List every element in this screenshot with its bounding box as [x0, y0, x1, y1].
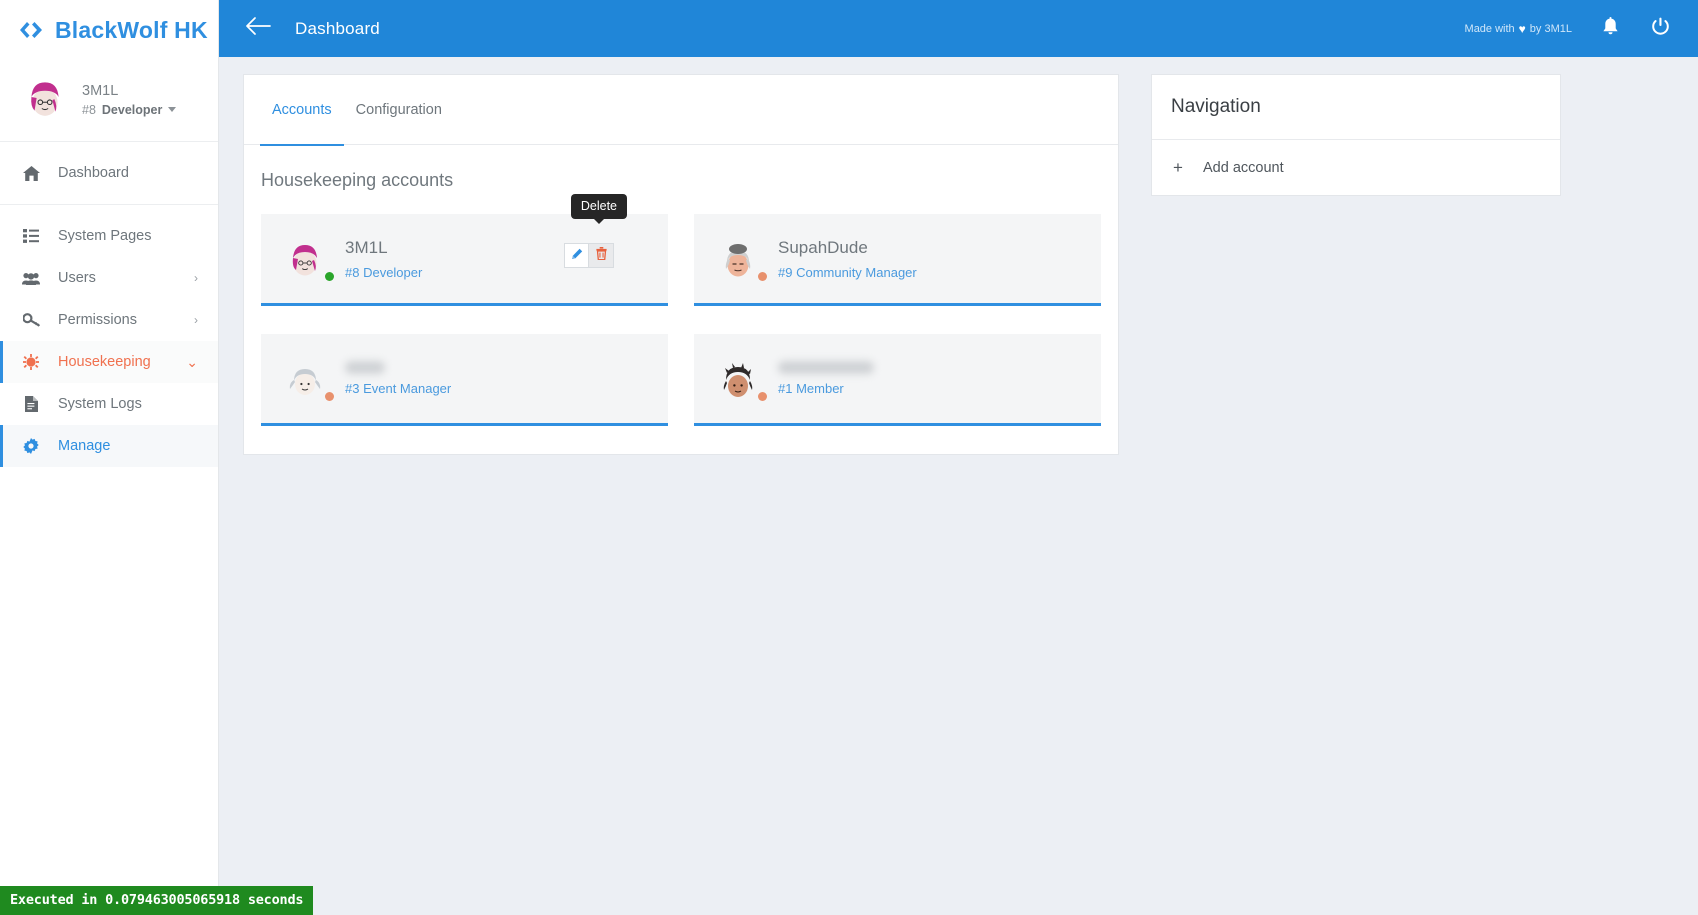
navigation-panel-header: Navigation	[1152, 75, 1560, 140]
avatar-wrap	[283, 357, 334, 401]
brand-title: BlackWolf HK	[55, 16, 208, 43]
account-name: SupahDude	[778, 237, 868, 257]
credit-suffix: by 3M1L	[1529, 22, 1572, 35]
notifications-button[interactable]	[1598, 16, 1622, 41]
account-actions	[564, 243, 614, 268]
avatar-wrap	[716, 237, 767, 281]
home-icon	[22, 165, 40, 181]
tab-bar: Accounts Configuration	[244, 75, 1118, 146]
delete-tooltip: Delete	[570, 194, 627, 224]
power-button[interactable]	[1648, 17, 1672, 41]
account-meta: #3 Event Manager	[345, 361, 451, 396]
sidebar-item-users[interactable]: Users ›	[0, 257, 218, 299]
account-role[interactable]: #9 Community Manager	[778, 265, 917, 280]
chevron-down-icon[interactable]	[168, 107, 177, 112]
sidebar-group-secondary: System Pages Users › Permissions › House…	[0, 205, 218, 477]
edit-account-button[interactable]	[564, 243, 589, 268]
avatar-wrap	[283, 237, 334, 281]
list-icon	[22, 229, 40, 243]
sidebar-item-manage[interactable]: Manage	[0, 425, 218, 467]
avatar	[725, 243, 751, 276]
account-meta: #1 Member	[778, 361, 874, 396]
chevron-right-icon: ›	[194, 271, 198, 285]
sidebar-item-label: Manage	[58, 438, 111, 454]
delete-account-button[interactable]	[589, 243, 614, 268]
sidebar-item-dashboard[interactable]: Dashboard	[0, 152, 218, 194]
profile-role: #8 Developer	[82, 102, 177, 117]
account-name-redacted	[778, 361, 874, 374]
sidebar-item-label: System Pages	[58, 228, 152, 244]
profile-name: 3M1L	[82, 82, 119, 99]
account-card[interactable]: #1 Member	[694, 334, 1101, 426]
account-card[interactable]: 3M1L #8 Developer Delete	[261, 194, 668, 306]
sidebar-group-primary: Dashboard	[0, 142, 218, 204]
cog-icon	[22, 438, 40, 454]
status-dot	[758, 391, 767, 401]
brand[interactable]: BlackWolf HK	[0, 0, 218, 60]
sidebar-item-label: Permissions	[58, 312, 137, 328]
heart-icon: ♥	[1518, 21, 1526, 36]
avatar	[292, 244, 317, 275]
accounts-panel: Accounts Configuration Housekeeping acco…	[243, 74, 1119, 455]
tab-accounts[interactable]: Accounts	[260, 76, 344, 146]
account-role[interactable]: #8 Developer	[345, 265, 422, 280]
topbar: Dashboard Made with ♥ by 3M1L	[219, 0, 1698, 57]
page-title: Dashboard	[295, 18, 380, 38]
made-with-credit: Made with ♥ by 3M1L	[1465, 22, 1572, 36]
navigation-panel: Navigation + Add account	[1151, 74, 1561, 196]
sidebar-item-permissions[interactable]: Permissions ›	[0, 299, 218, 341]
add-account-button[interactable]: + Add account	[1152, 140, 1560, 195]
avatar	[723, 362, 753, 397]
content-area: Accounts Configuration Housekeeping acco…	[219, 57, 1698, 915]
account-name: 3M1L	[345, 237, 388, 257]
sidebar-item-housekeeping[interactable]: Housekeeping ⌄	[0, 341, 218, 383]
bell-icon	[1602, 16, 1619, 41]
main-area: Dashboard Made with ♥ by 3M1L Accounts C…	[219, 0, 1698, 915]
arrow-left-icon	[245, 16, 271, 41]
status-bar: Executed in 0.079463005065918 seconds	[0, 886, 314, 915]
chevrons-logo-icon	[18, 17, 44, 43]
pencil-icon	[571, 247, 583, 265]
account-meta: SupahDude #9 Community Manager	[778, 238, 917, 280]
back-button[interactable]	[241, 12, 275, 46]
add-account-label: Add account	[1203, 159, 1284, 176]
account-role[interactable]: #3 Event Manager	[345, 381, 451, 396]
profile-role-label: Developer	[101, 102, 163, 117]
chevron-down-icon: ⌄	[186, 354, 198, 370]
status-dot	[758, 271, 767, 281]
sidebar: BlackWolf HK 3M1L #8 Developer Dashboard…	[0, 0, 219, 915]
key-icon	[22, 313, 40, 327]
avatar-wrap	[716, 357, 767, 401]
sidebar-item-label: System Logs	[58, 396, 142, 412]
app-root: BlackWolf HK 3M1L #8 Developer Dashboard…	[0, 0, 1698, 915]
trash-icon	[595, 246, 607, 265]
profile-role-id: #8	[82, 102, 96, 117]
sidebar-profile[interactable]: 3M1L #8 Developer	[0, 60, 218, 142]
account-card[interactable]: #3 Event Manager	[261, 334, 668, 426]
account-meta: 3M1L #8 Developer	[345, 238, 422, 280]
sidebar-item-system-logs[interactable]: System Logs	[0, 383, 218, 425]
gear-sun-icon	[22, 354, 40, 370]
account-card[interactable]: SupahDude #9 Community Manager	[694, 214, 1101, 306]
avatar	[289, 368, 321, 395]
chevron-right-icon: ›	[194, 313, 198, 327]
tab-configuration[interactable]: Configuration	[344, 76, 454, 146]
sidebar-item-label: Dashboard	[58, 165, 129, 181]
status-dot	[325, 391, 334, 401]
accounts-grid: 3M1L #8 Developer Delete SupahDude #9 Co…	[244, 191, 1118, 426]
credit-prefix: Made with	[1464, 22, 1515, 35]
navigation-panel-title: Navigation	[1171, 96, 1261, 117]
users-icon	[22, 272, 40, 285]
sidebar-item-system-pages[interactable]: System Pages	[0, 215, 218, 257]
account-name-redacted	[345, 361, 385, 374]
document-icon	[22, 396, 40, 412]
status-dot	[325, 271, 334, 281]
panel-title: Housekeeping accounts	[261, 170, 454, 190]
power-icon	[1651, 17, 1670, 41]
sidebar-item-label: Housekeeping	[58, 354, 151, 370]
plus-icon: +	[1173, 158, 1183, 177]
avatar	[22, 74, 68, 125]
account-role[interactable]: #1 Member	[778, 381, 874, 396]
sidebar-item-label: Users	[58, 270, 96, 286]
